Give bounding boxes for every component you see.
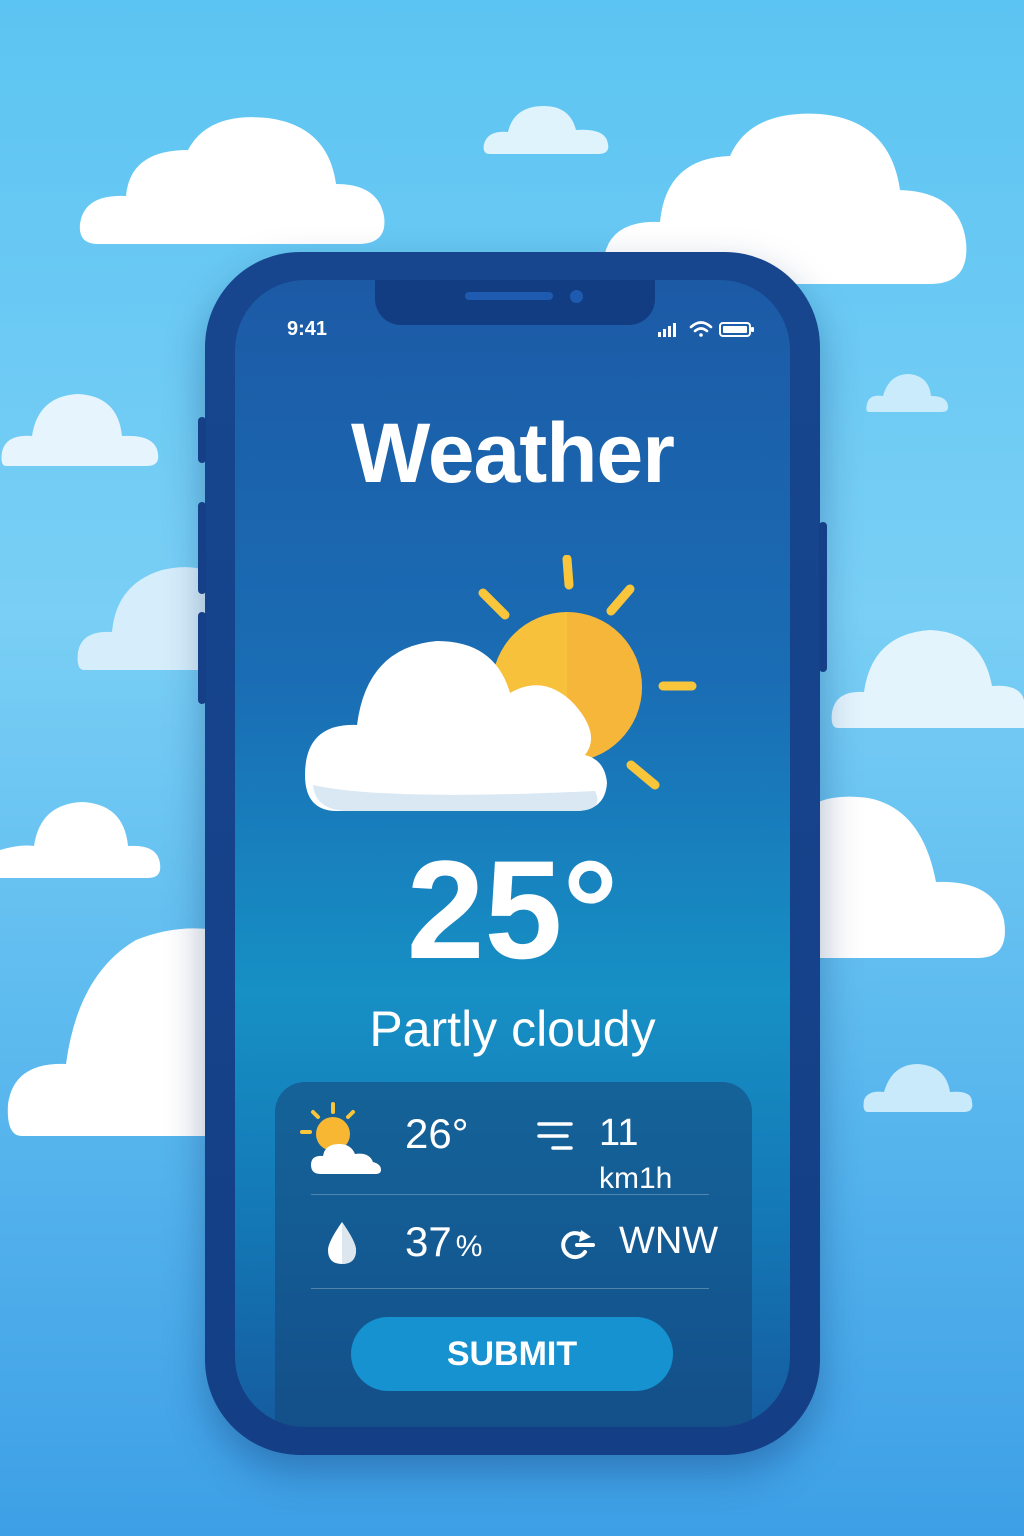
wifi-icon — [689, 321, 713, 337]
app-screen: 9:41 Weather 25° Partly cloudy 26° 11 km… — [235, 280, 790, 1427]
wind-speed: 11 km1h — [599, 1112, 711, 1198]
battery-icon — [719, 322, 754, 337]
background-cloud — [818, 796, 1005, 958]
side-button — [198, 612, 206, 704]
condition-label: Partly cloudy — [369, 1001, 656, 1057]
submit-button[interactable]: SUBMIT — [351, 1317, 673, 1391]
phone-frame: 9:41 Weather 25° Partly cloudy 26° 11 km… — [198, 252, 827, 1455]
background-cloud — [483, 106, 609, 154]
side-button — [198, 502, 206, 594]
status-time: 9:41 — [287, 318, 328, 340]
humidity-value: 37 — [405, 1218, 452, 1265]
wind-speed-value: 11 — [599, 1112, 639, 1154]
notch — [375, 280, 655, 325]
app-title: Weather — [351, 406, 675, 500]
details-row: 26° 11 km1h — [300, 1102, 711, 1195]
signal-icon — [658, 323, 676, 337]
background-cloud — [7, 928, 216, 1136]
side-button — [819, 522, 827, 672]
details-card: 26° 11 km1h 37 % WNW SUBMIT — [275, 1082, 752, 1427]
background-cloud — [866, 374, 949, 412]
high-temperature: 26° — [405, 1110, 469, 1157]
sun-cloud-icon — [300, 1102, 381, 1174]
background-cloud — [77, 567, 216, 670]
humidity: 37% — [405, 1218, 482, 1266]
side-button — [198, 417, 206, 463]
details-row: 37% WNW — [311, 1210, 718, 1270]
camera — [570, 290, 583, 303]
divider — [311, 1194, 709, 1195]
current-temperature: 25° — [406, 831, 619, 988]
wind-direction-icon — [561, 1230, 595, 1260]
background-cloud — [79, 117, 385, 244]
background-cloud — [863, 1064, 973, 1112]
background-cloud — [0, 802, 161, 878]
wind-direction: WNW — [619, 1220, 719, 1262]
background-cloud — [831, 630, 1024, 728]
wind-icon — [537, 1122, 573, 1150]
background-cloud — [1, 394, 159, 466]
speaker — [465, 292, 553, 300]
wind-speed-unit: km1h — [599, 1162, 673, 1195]
droplet-icon — [328, 1222, 356, 1264]
humidity-unit: % — [455, 1230, 483, 1263]
partly-cloudy-icon — [305, 555, 697, 811]
divider — [311, 1288, 709, 1289]
status-icons — [658, 321, 754, 337]
